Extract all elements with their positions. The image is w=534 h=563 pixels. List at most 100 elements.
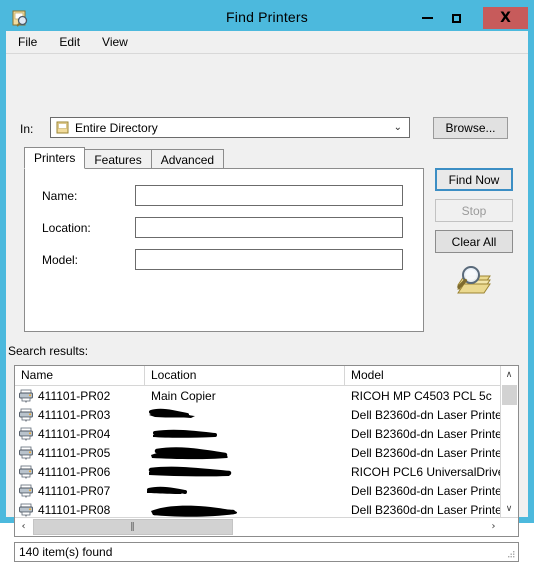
cell-location: MDS — [145, 484, 345, 498]
model-label: Model: — [42, 253, 79, 267]
table-row[interactable]: 411101-PR04 Admissions Dell B23 — [15, 424, 518, 443]
scope-label: In: — [20, 122, 34, 136]
location-input[interactable] — [135, 217, 403, 238]
cell-name: 411101-PR03 — [15, 408, 145, 422]
scope-value: Entire Directory — [75, 120, 158, 135]
titlebar[interactable]: Find Printers X — [6, 6, 528, 31]
location-field-row: Location: — [25, 217, 423, 239]
cell-location: Social Services — [145, 446, 345, 460]
printer-icon — [19, 465, 34, 479]
redacted-location: MDS — [147, 484, 187, 498]
printer-name: 411101-PR05 — [38, 445, 111, 460]
minimize-icon[interactable] — [413, 7, 442, 29]
results-body: 411101-PR02 Main Copier RICOH MP C4503 P… — [15, 386, 518, 518]
close-icon[interactable]: X — [483, 7, 528, 29]
column-header-model[interactable]: Model — [345, 366, 502, 385]
results-list[interactable]: Name Location Model 411101-PR02 Main Cop… — [14, 365, 519, 537]
name-label: Name: — [42, 189, 78, 203]
cell-model: RICOH MP C4503 PCL 5c — [351, 388, 492, 403]
results-header: Name Location Model — [15, 366, 518, 386]
model-input[interactable] — [135, 249, 403, 270]
table-row[interactable]: 411101-PR05 Social Services Del — [15, 443, 518, 462]
redacted-location: Social Services — [151, 446, 233, 460]
redacted-location: ADSAH — [149, 408, 195, 422]
cell-name: 411101-PR04 — [15, 427, 145, 441]
printer-name: 411101-PR03 — [38, 407, 111, 422]
cell-name: 411101-PR07 — [15, 484, 145, 498]
clear-all-button[interactable]: Clear All — [435, 230, 513, 253]
browse-button[interactable]: Browse... — [433, 117, 508, 139]
results-vertical-scrollbar[interactable]: ∧ ∨ — [500, 366, 518, 517]
results-horizontal-scrollbar[interactable]: ‹ ‖ › — [15, 517, 518, 536]
tab-advanced[interactable]: Advanced — [150, 149, 225, 169]
scroll-thumb-vertical[interactable] — [502, 385, 517, 405]
printer-icon — [19, 427, 34, 441]
printer-icon — [19, 503, 34, 517]
stop-button: Stop — [435, 199, 513, 222]
printer-icon — [19, 446, 34, 460]
table-row[interactable]: 411101-PR08 Wound Care Dell B23 — [15, 500, 518, 518]
cell-name: 411101-PR02 — [15, 389, 145, 403]
chevron-down-icon[interactable]: ⌄ — [394, 122, 402, 133]
tab-printers[interactable]: Printers — [24, 147, 86, 169]
name-input[interactable] — [135, 185, 403, 206]
tabstrip: Printers Features Advanced — [24, 147, 225, 169]
magnifier-file-icon — [452, 263, 494, 297]
cell-model: Dell B2360d-dn Laser Printer XL — [351, 483, 505, 498]
desktop-background: Find Printers X File Edit View In: Entir… — [0, 0, 534, 562]
scroll-thumb-horizontal[interactable]: ‖ — [33, 519, 233, 535]
tab-features[interactable]: Features — [84, 149, 152, 169]
scroll-up-icon[interactable]: ∧ — [501, 366, 517, 383]
name-field-row: Name: — [25, 185, 423, 207]
find-printers-window: Find Printers X File Edit View In: Entir… — [0, 0, 534, 562]
model-field-row: Model: — [25, 249, 423, 271]
printer-icon — [19, 389, 34, 403]
table-row[interactable]: 411101-PR06 Medical Records RIC — [15, 462, 518, 481]
table-row[interactable]: 411101-PR07 MDS Dell B2360d-dn — [15, 481, 518, 500]
maximize-icon[interactable] — [442, 7, 471, 29]
scroll-down-icon[interactable]: ∨ — [501, 500, 517, 517]
printers-tab-panel: Name: Location: Model: — [24, 168, 424, 332]
cell-model: Dell B2360d-dn Laser Printer XL — [351, 445, 505, 460]
cell-location: Main Copier — [145, 389, 345, 403]
cell-name: 411101-PR06 — [15, 465, 145, 479]
cell-name: 411101-PR08 — [15, 503, 145, 517]
close-glyph: X — [500, 10, 511, 26]
redacted-location: Wound Care — [151, 503, 238, 517]
printer-name: 411101-PR02 — [38, 388, 111, 403]
cell-location: Admissions — [145, 427, 345, 441]
menu-item-file[interactable]: File — [16, 33, 39, 51]
directory-icon — [56, 121, 69, 134]
scroll-left-icon[interactable]: ‹ — [15, 518, 32, 535]
column-header-name[interactable]: Name — [15, 366, 145, 385]
table-row[interactable]: 411101-PR02 Main Copier RICOH MP C4503 P… — [15, 386, 518, 405]
scroll-thumb-grip: ‖ — [130, 522, 136, 532]
cell-location: Wound Care — [145, 503, 345, 517]
scope-combobox[interactable]: Entire Directory ⌄ — [50, 117, 410, 138]
cell-model: Dell B2360d-dn Laser Printer XL — [351, 407, 505, 422]
printer-icon — [19, 408, 34, 422]
resize-grip-icon[interactable] — [506, 549, 516, 559]
redacted-location: Admissions — [151, 427, 217, 441]
scroll-right-icon[interactable]: › — [485, 518, 502, 535]
cell-location: ADSAH — [145, 408, 345, 422]
cell-name: 411101-PR05 — [15, 446, 145, 460]
printer-name: 411101-PR08 — [38, 502, 111, 517]
redacted-location: Medical Records — [148, 465, 240, 479]
printer-name: 411101-PR04 — [38, 426, 111, 441]
location-label: Location: — [42, 221, 91, 235]
printer-icon — [19, 484, 34, 498]
printer-name: 411101-PR07 — [38, 483, 111, 498]
statusbar: 140 item(s) found — [14, 542, 519, 562]
cell-location: Medical Records — [145, 465, 345, 479]
column-header-location[interactable]: Location — [145, 366, 345, 385]
cell-model: Dell B2360d-dn Laser Printer XL — [351, 426, 505, 441]
status-text: 140 item(s) found — [19, 545, 113, 559]
cell-model: Dell B2360d-dn Laser Printer XL — [351, 502, 505, 517]
menu-item-edit[interactable]: Edit — [57, 33, 82, 51]
find-now-button[interactable]: Find Now — [435, 168, 513, 191]
table-row[interactable]: 411101-PR03 ADSAH Dell B2360d-d — [15, 405, 518, 424]
printer-name: 411101-PR06 — [38, 464, 111, 479]
cell-model: RICOH PCL6 UniversalDriver V4. — [351, 464, 505, 479]
menu-item-view[interactable]: View — [100, 33, 130, 51]
